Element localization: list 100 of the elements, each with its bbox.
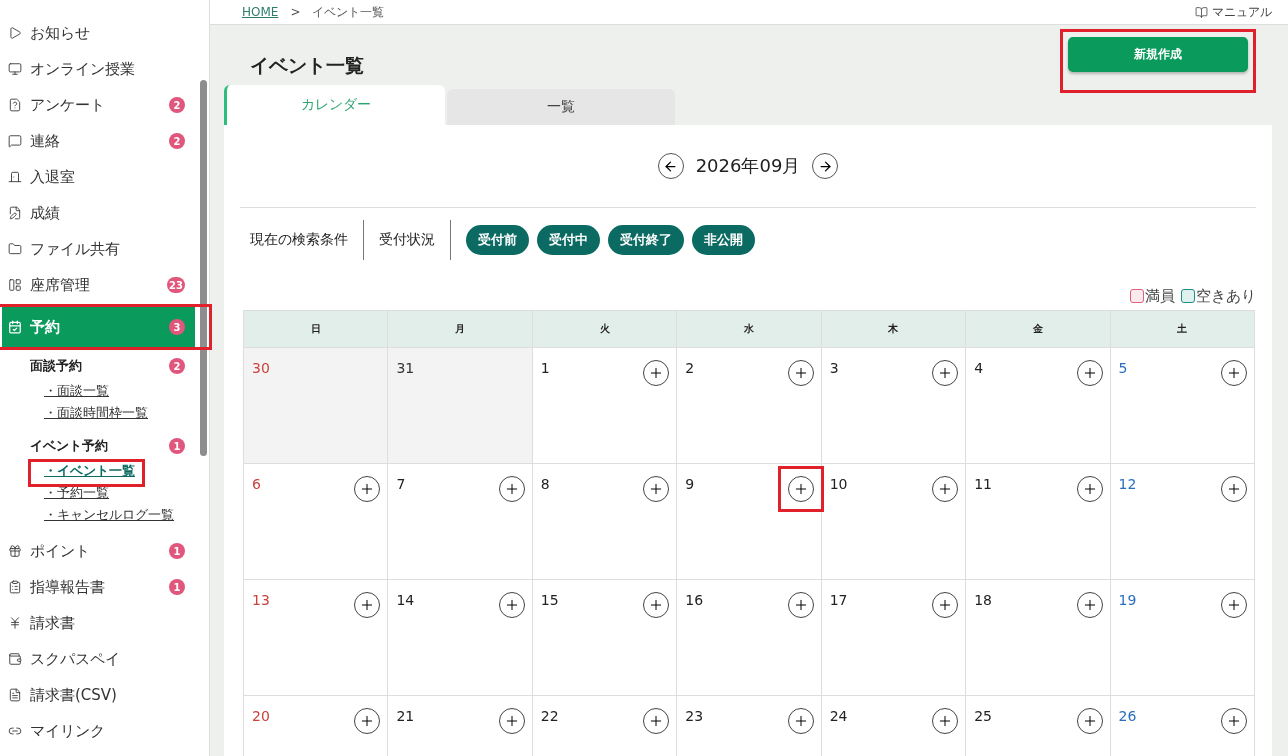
day-cell[interactable]: 30: [244, 348, 389, 464]
day-cell[interactable]: 16: [677, 580, 822, 696]
day-cell[interactable]: 6: [244, 464, 389, 580]
status-chip[interactable]: 受付終了: [608, 225, 684, 255]
legend-label: 空きあり: [1196, 286, 1256, 306]
add-button[interactable]: [643, 592, 670, 618]
add-button[interactable]: [1076, 476, 1103, 502]
day-number: 9: [685, 476, 695, 492]
nav-item[interactable]: 成績: [0, 195, 195, 231]
filter-group-label: 受付状況: [379, 231, 435, 249]
day-number: 30: [252, 360, 270, 376]
next-month-button[interactable]: [812, 153, 839, 179]
add-button[interactable]: [932, 360, 959, 386]
filter-label: 現在の検索条件: [250, 231, 348, 249]
day-cell[interactable]: 1: [532, 348, 678, 464]
day-cell[interactable]: 2: [677, 348, 822, 464]
chat-icon: [8, 134, 22, 148]
day-number: 24: [829, 708, 848, 724]
add-button[interactable]: [1221, 360, 1247, 386]
add-button[interactable]: [932, 592, 959, 618]
day-cell[interactable]: 4: [966, 348, 1111, 464]
status-chip[interactable]: 受付中: [537, 225, 600, 255]
add-button[interactable]: [1221, 476, 1247, 502]
nav-item[interactable]: 入退室: [0, 159, 195, 195]
add-button[interactable]: [643, 476, 670, 502]
add-button[interactable]: [787, 476, 814, 502]
nav-item[interactable]: スクパスペイ: [0, 641, 195, 677]
nav-group-title[interactable]: 面談予約 2: [0, 351, 195, 381]
scrollbar[interactable]: [200, 80, 207, 456]
legend-label: 満員: [1145, 286, 1175, 306]
home-link[interactable]: HOME: [242, 5, 279, 19]
manual-link[interactable]: マニュアル: [1195, 3, 1272, 21]
grid-icon: [8, 278, 22, 292]
add-button[interactable]: [354, 592, 381, 618]
add-button[interactable]: [643, 708, 670, 734]
count-badge: 2: [169, 133, 185, 149]
add-button[interactable]: [498, 708, 525, 734]
day-cell[interactable]: 8: [532, 464, 678, 580]
day-cell[interactable]: 13: [244, 580, 389, 696]
nav-sub-link[interactable]: ・キャンセルログ一覧: [44, 505, 174, 527]
add-button[interactable]: [1076, 592, 1103, 618]
day-cell[interactable]: 31: [388, 348, 533, 464]
day-cell[interactable]: 11: [966, 464, 1111, 580]
add-button[interactable]: [498, 592, 525, 618]
nav-item[interactable]: 指導報告書 1: [0, 569, 195, 605]
status-chip[interactable]: 非公開: [692, 225, 755, 255]
add-button[interactable]: [787, 708, 814, 734]
nav-item[interactable]: ファイル共有: [0, 231, 195, 267]
add-button[interactable]: [1221, 592, 1247, 618]
add-button[interactable]: [932, 476, 959, 502]
day-cell[interactable]: 18: [966, 580, 1111, 696]
nav-item[interactable]: 予約 3: [2, 307, 195, 347]
gift-icon: [8, 544, 22, 558]
add-button[interactable]: [1221, 708, 1247, 734]
nav-item[interactable]: 連絡 2: [0, 123, 195, 159]
day-cell[interactable]: 5: [1110, 348, 1255, 464]
nav-item[interactable]: マイリンク: [0, 713, 195, 749]
add-button[interactable]: [498, 476, 525, 502]
question-document-icon: [8, 98, 22, 112]
weekday-header: 火: [532, 310, 678, 348]
day-cell[interactable]: 3: [821, 348, 967, 464]
add-button[interactable]: [1076, 360, 1103, 386]
add-button[interactable]: [1076, 708, 1103, 734]
nav-sub-link[interactable]: ・面談時間枠一覧: [44, 403, 148, 425]
create-button[interactable]: 新規作成: [1068, 37, 1248, 72]
weekday-header: 水: [677, 310, 822, 348]
add-button[interactable]: [643, 360, 670, 386]
day-cell[interactable]: 7: [388, 464, 533, 580]
day-number: 26: [1118, 708, 1137, 724]
nav-item[interactable]: アンケート 2: [0, 87, 195, 123]
nav-item[interactable]: 請求書(CSV): [0, 677, 195, 713]
add-button[interactable]: [354, 476, 381, 502]
page-title: イベント一覧: [250, 53, 364, 78]
nav-sub-link[interactable]: ・予約一覧: [44, 483, 109, 505]
day-cell[interactable]: 12: [1110, 464, 1255, 580]
add-button[interactable]: [932, 708, 959, 734]
day-number: 12: [1118, 476, 1137, 492]
day-cell[interactable]: 15: [532, 580, 678, 696]
day-number: 22: [540, 708, 559, 724]
tab[interactable]: 一覧: [447, 89, 675, 125]
previous-month-button[interactable]: [657, 153, 684, 179]
nav-item[interactable]: 請求書: [0, 605, 195, 641]
day-cell[interactable]: 19: [1110, 580, 1255, 696]
day-cell[interactable]: 17: [821, 580, 967, 696]
nav-item[interactable]: オンライン授業: [0, 51, 195, 87]
add-button[interactable]: [354, 708, 381, 734]
day-cell[interactable]: 9: [677, 464, 822, 580]
nav-sub-link[interactable]: ・面談一覧: [44, 381, 109, 403]
nav-item[interactable]: 座席管理 23: [0, 267, 195, 303]
nav-item[interactable]: お知らせ: [0, 15, 195, 51]
nav-sub-link[interactable]: ・イベント一覧: [44, 461, 135, 483]
day-cell[interactable]: 14: [388, 580, 533, 696]
weekday-header: 月: [388, 310, 533, 348]
add-button[interactable]: [787, 592, 814, 618]
status-chip[interactable]: 受付前: [466, 225, 529, 255]
nav-item[interactable]: ポイント 1: [0, 533, 195, 569]
day-cell[interactable]: 10: [821, 464, 967, 580]
add-button[interactable]: [787, 360, 814, 386]
nav-group-title[interactable]: イベント予約 1: [0, 431, 195, 461]
document-icon: [8, 688, 22, 702]
